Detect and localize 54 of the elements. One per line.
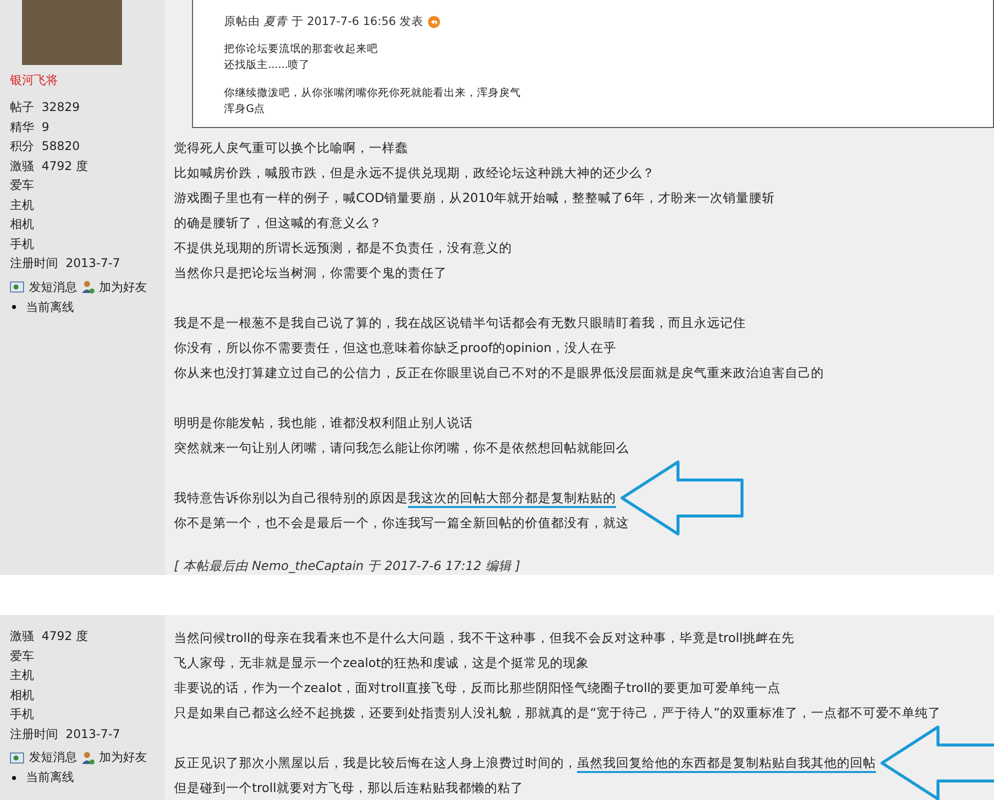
post-text-line: 飞人家母，无非就是显示一个zealot的狂热和虔诚，这是个挺常见的现象 <box>174 654 589 672</box>
profile-stat: 主机 <box>10 667 35 684</box>
profile-stat: 积分 58820 <box>10 138 81 155</box>
quote-header: 原帖由 夏青 于 2017-7-6 16:56 发表 <box>224 14 424 29</box>
post-text-line: 只是如果自己都这么经不起挑拨，还要到处指责别人没礼貌，那就真的是“宽于待己，严于待人”的双重标准了，一点都不可爱不单纯了 <box>174 704 941 722</box>
online-status: 当前离线 <box>26 769 74 786</box>
post-text-line: 游戏圈子里也有一样的例子，喊COD销量要崩，从2010年就开始喊，整整喊了6年，才盼来一次销量腰斩 <box>174 189 775 207</box>
profile-stat: 激骚 4792 度 <box>10 158 89 174</box>
profile-stat: 帖子 32829 <box>10 99 81 116</box>
message-icon <box>10 281 25 293</box>
post-text-line: 你没有，所以你不需要责任，但这也意味着你缺乏proof的opinion，没人在乎 <box>174 339 617 357</box>
profile-action-link[interactable]: 加为好友 <box>81 278 147 296</box>
quote-text-line: 还找版主......喷了 <box>224 58 312 73</box>
post-text-line: 你从来也没打算建立过自己的公信力，反正在你眼里说自己不对的不是眼界低没层面就是戾气重来政治迫害自己的 <box>174 364 824 382</box>
quote-text-line: 浑身G点 <box>224 102 266 117</box>
profile-action-link[interactable]: 发短消息 <box>10 278 77 296</box>
post-text-line: 我是不是一根葱不是我自己说了算的，我在战区说错半句话都会有无数只眼睛盯着我，而且永远记住 <box>174 314 746 332</box>
post-text-line: 觉得死人戾气重可以换个比喻啊，一样蠢 <box>174 139 408 157</box>
profile-stat: 主机 <box>10 196 35 214</box>
profile-stat: 手机 <box>10 706 35 723</box>
post-text-line: 但是碰到一个troll就要对方飞母，那以后连粘贴我都懒的粘了 <box>174 779 524 797</box>
post-text-line: 非要说的话，作为一个zealot，面对troll直接飞母，反而比那些阴阳怪气绕圈子troll的要更加可爱单纯一点 <box>174 679 781 697</box>
profile-stat: 相机 <box>10 686 35 704</box>
post-text-line: 明明是你能发帖，我也能，谁都没权利阻止别人说话 <box>174 414 473 432</box>
add-friend-icon <box>81 280 95 294</box>
profile-stat: 爱车 <box>10 177 35 194</box>
status-dot <box>12 776 16 780</box>
add-friend-icon <box>81 750 95 764</box>
post-text-line: 当然你只是把论坛当树洞，你需要个鬼的责任了 <box>174 264 447 282</box>
profile-stat: 爱车 <box>10 648 35 664</box>
quote-text-line: 把你论坛要流氓的那套收起来吧 <box>224 42 379 57</box>
post-text-line: 突然就来一句让别人闭嘴，请问我怎么能让你闭嘴，你不是依然想回帖就能回么 <box>174 439 629 457</box>
post-text-line: 当然问候troll的母亲在我看来也不是什么大问题，我不干这种事，但我不会反对这种事，毕竟是troll挑衅在先 <box>174 629 795 647</box>
status-dot <box>12 305 16 309</box>
message-icon <box>10 752 25 764</box>
profile-action-link[interactable]: 加为好友 <box>81 749 147 766</box>
jump-to-post-icon[interactable] <box>428 16 440 28</box>
post-text-line: 我特意告诉你别以为自己很特别的原因是我这次的回帖大部分都是复制粘贴的 <box>174 485 616 510</box>
profile-stat: 相机 <box>10 216 35 233</box>
profile-stat: 激骚 4792 度 <box>10 628 89 645</box>
edit-note: [ 本帖最后由 Nemo_theCaptain 于 2017-7-6 17:12 编辑 ] <box>174 558 522 575</box>
username[interactable]: 银河飞将 <box>10 72 165 89</box>
post-text-line: 不提供兑现期的所谓长远预测，都是不负责任，没有意义的 <box>174 239 512 257</box>
post-text-line: 你不是第一个，也不会是最后一个，你连我写一篇全新回帖的价值都没有，就这 <box>174 514 629 532</box>
profile-stat: 精华 9 <box>10 118 50 136</box>
profile-stat: 手机 <box>10 236 35 252</box>
post-text-line: 的确是腰斩了，但这喊的有意义么？ <box>174 214 382 232</box>
profile-stat: 注册时间 2013-7-7 <box>10 726 122 742</box>
online-status: 当前离线 <box>26 298 74 316</box>
post-text-line: 比如喊房价跌，喊股市跌，但是永远不提供兑现期，政经论坛这种跳大神的还少么？ <box>174 164 655 182</box>
post-text-line: 反正见识了那次小黑屋以后，我是比较后悔在这人身上浪费过时间的，虽然我回复给他的东西都是复制粘贴自我其他的回帖 <box>174 750 876 775</box>
quote-text-line: 你继续撒泼吧，从你张嘴闭嘴你死你死就能看出来，浑身戾气 <box>224 86 522 101</box>
profile-stat: 注册时间 2013-7-7 <box>10 255 122 272</box>
profile-action-link[interactable]: 发短消息 <box>10 749 77 766</box>
